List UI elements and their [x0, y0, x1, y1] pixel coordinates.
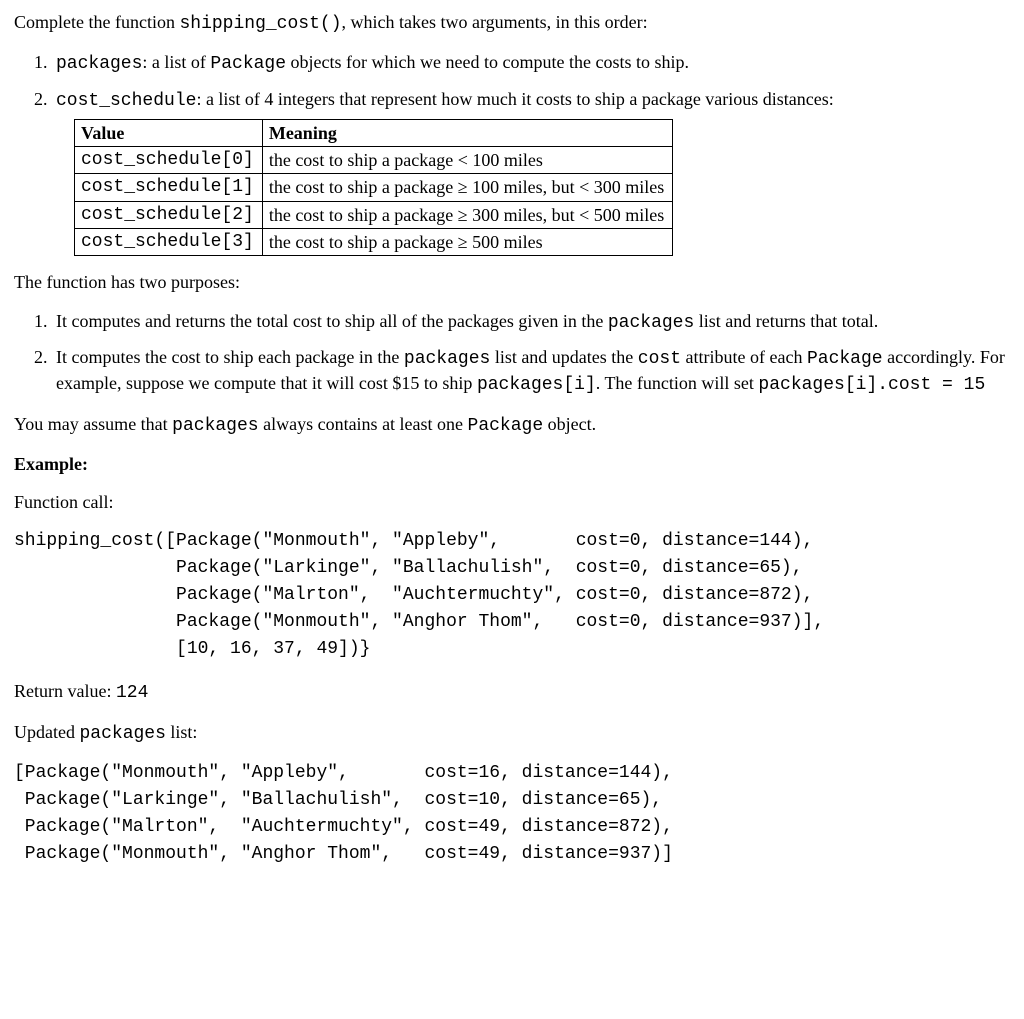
arg-1-name: packages [56, 54, 142, 74]
p2-t5: . The function will set [596, 373, 759, 393]
p2-m1: packages [404, 349, 490, 369]
assume-t1: You may assume that [14, 414, 172, 434]
arg-1: packages: a list of Package objects for … [52, 50, 1010, 76]
purpose-1: It computes and returns the total cost t… [52, 309, 1010, 335]
arg-2-name: cost_schedule [56, 91, 196, 111]
assumption: You may assume that packages always cont… [14, 412, 1010, 438]
p2-m2: cost [638, 349, 681, 369]
p1-m1: packages [608, 313, 694, 333]
arg-2-desc-pre: : a list of 4 integers that represent ho… [196, 89, 833, 109]
intro-post: , which takes two arguments, in this ord… [342, 12, 648, 32]
cell-value: cost_schedule[0] [75, 147, 263, 174]
cost-schedule-table: Value Meaning cost_schedule[0] the cost … [74, 119, 673, 256]
p2-t3: attribute of each [681, 347, 807, 367]
table-row: cost_schedule[3] the cost to ship a pack… [75, 229, 673, 256]
assume-m1: packages [172, 416, 258, 436]
intro-pre: Complete the function [14, 12, 179, 32]
updated-t2: list: [166, 722, 198, 742]
p2-t1: It computes the cost to ship each packag… [56, 347, 404, 367]
argument-list: packages: a list of Package objects for … [14, 50, 1010, 256]
cell-meaning: the cost to ship a package ≥ 300 miles, … [262, 201, 672, 228]
return-value-line: Return value: 124 [14, 679, 1010, 705]
th-meaning: Meaning [262, 119, 672, 146]
updated-list-label: Updated packages list: [14, 720, 1010, 746]
cell-value: cost_schedule[3] [75, 229, 263, 256]
p2-m4: packages[i] [477, 375, 596, 395]
table-row: cost_schedule[2] the cost to ship a pack… [75, 201, 673, 228]
arg-1-desc-post: objects for which we need to compute the… [286, 52, 689, 72]
purpose-2: It computes the cost to ship each packag… [52, 345, 1010, 398]
table-row: cost_schedule[1] the cost to ship a pack… [75, 174, 673, 201]
function-call-label: Function call: [14, 490, 1010, 514]
p2-m5: packages[i].cost = 15 [758, 375, 985, 395]
function-call-code: shipping_cost([Package("Monmouth", "Appl… [14, 528, 1010, 663]
cell-value: cost_schedule[2] [75, 201, 263, 228]
cell-meaning: the cost to ship a package ≥ 100 miles, … [262, 174, 672, 201]
purposes-intro: The function has two purposes: [14, 270, 1010, 294]
p1-t2: list and returns that total. [694, 311, 878, 331]
p1-t1: It computes and returns the total cost t… [56, 311, 608, 331]
th-value: Value [75, 119, 263, 146]
return-label: Return value: [14, 681, 116, 701]
cell-value: cost_schedule[1] [75, 174, 263, 201]
purposes-list: It computes and returns the total cost t… [14, 309, 1010, 398]
table-header-row: Value Meaning [75, 119, 673, 146]
return-value: 124 [116, 683, 148, 703]
updated-t1: Updated [14, 722, 79, 742]
updated-m1: packages [79, 724, 165, 744]
intro-paragraph: Complete the function shipping_cost(), w… [14, 10, 1010, 36]
arg-1-obj: Package [210, 54, 286, 74]
assume-t2: always contains at least one [259, 414, 468, 434]
assume-t3: object. [543, 414, 596, 434]
cell-meaning: the cost to ship a package ≥ 500 miles [262, 229, 672, 256]
assume-m2: Package [468, 416, 544, 436]
p2-t2: list and updates the [490, 347, 637, 367]
example-heading: Example: [14, 452, 1010, 476]
p2-m3: Package [807, 349, 883, 369]
cell-meaning: the cost to ship a package < 100 miles [262, 147, 672, 174]
table-row: cost_schedule[0] the cost to ship a pack… [75, 147, 673, 174]
arg-2: cost_schedule: a list of 4 integers that… [52, 87, 1010, 257]
arg-1-desc-pre: : a list of [142, 52, 210, 72]
updated-list-code: [Package("Monmouth", "Appleby", cost=16,… [14, 760, 1010, 868]
intro-fn: shipping_cost() [179, 14, 341, 34]
